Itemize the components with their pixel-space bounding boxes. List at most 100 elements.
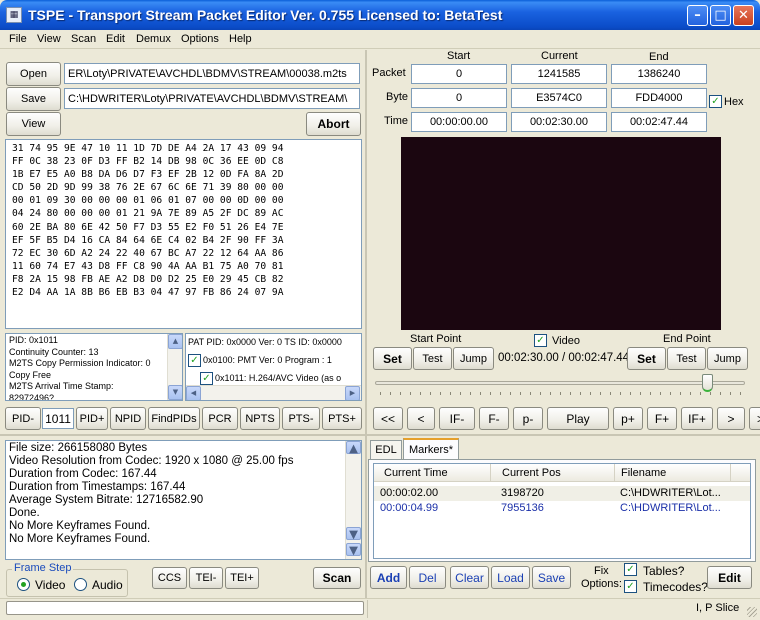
- marker-row[interactable]: 00:00:02.00 3198720 C:\HDWRITER\Lot...: [374, 486, 750, 501]
- nav-next-frame-button[interactable]: F+: [647, 407, 677, 430]
- tei-minus-button[interactable]: TEI-: [189, 567, 223, 589]
- findpids-button[interactable]: FindPIDs: [148, 407, 200, 430]
- marker-clear-button[interactable]: Clear: [450, 566, 489, 589]
- start-jump-button[interactable]: Jump: [453, 347, 494, 370]
- pts-plus-button[interactable]: PTS+: [322, 407, 362, 430]
- pid-tree[interactable]: PAT PID: 0x0000 Ver: 0 TS ID: 0x0000 ✓ 0…: [185, 333, 362, 401]
- byte-end-field[interactable]: FDD4000: [611, 88, 707, 108]
- end-jump-button[interactable]: Jump: [707, 347, 748, 370]
- hex-line[interactable]: 72 EC 30 6D A2 24 22 40 67 BC A7 22 12 6…: [12, 247, 361, 260]
- nav-next-packet-button[interactable]: p+: [613, 407, 643, 430]
- frame-step-audio-radio[interactable]: [74, 578, 87, 591]
- frame-step-audio-label[interactable]: Audio: [92, 578, 123, 592]
- tree-root[interactable]: PAT PID: 0x0000 Ver: 0 TS ID: 0x0000: [188, 337, 342, 349]
- hex-line[interactable]: FF 0C 38 23 0F D3 FF B2 14 DB 98 0C 36 E…: [12, 155, 361, 168]
- tree-checkbox-pmt[interactable]: ✓: [188, 354, 201, 367]
- tree-item-video[interactable]: 0x1011: H.264/AVC Video (as o: [215, 373, 341, 385]
- open-button[interactable]: Open: [6, 62, 61, 86]
- time-end-field[interactable]: 00:02:47.44: [611, 112, 707, 132]
- hex-line[interactable]: CD 50 2D 9D 99 38 76 2E 67 6C 6E 71 39 8…: [12, 181, 361, 194]
- end-set-button[interactable]: Set: [627, 347, 666, 370]
- hex-line[interactable]: F8 2A 15 98 FB AE A2 D8 D0 D2 25 E0 29 4…: [12, 273, 361, 286]
- marker-load-button[interactable]: Load: [491, 566, 530, 589]
- scroll-up-icon[interactable]: ▲: [346, 441, 361, 455]
- pcr-button[interactable]: PCR: [202, 407, 238, 430]
- tab-markers[interactable]: Markers*: [403, 438, 459, 460]
- col-current-pos[interactable]: Current Pos: [502, 467, 561, 479]
- pid-value-field[interactable]: 1011: [42, 408, 74, 429]
- hex-line[interactable]: 60 2E BA 80 6E 42 50 F7 D3 55 E2 F0 51 2…: [12, 221, 361, 234]
- tree-checkbox-video[interactable]: ✓: [200, 372, 213, 385]
- open-path-field[interactable]: ER\Loty\PRIVATE\AVCHDL\BDMV\STREAM\00038…: [64, 63, 360, 84]
- end-test-button[interactable]: Test: [667, 347, 706, 370]
- hex-line[interactable]: EF 5F B5 D4 16 CA 84 64 6E C4 02 B4 2F 9…: [12, 234, 361, 247]
- pid-plus-button[interactable]: PID+: [76, 407, 108, 430]
- tab-edl[interactable]: EDL: [370, 440, 402, 460]
- nav-prev-iframe-button[interactable]: IF-: [439, 407, 475, 430]
- nav-last-button[interactable]: >>: [749, 407, 760, 430]
- time-start-field[interactable]: 00:00:00.00: [411, 112, 507, 132]
- hex-line[interactable]: 11 60 74 E7 43 D8 FF C8 90 4A AA B1 75 A…: [12, 260, 361, 273]
- marker-edit-button[interactable]: Edit: [707, 566, 752, 589]
- tables-checkbox[interactable]: ✓: [624, 563, 637, 576]
- save-path-button[interactable]: Save: [6, 87, 61, 111]
- packet-info-scrollbar[interactable]: ▲ ▼: [167, 334, 182, 400]
- frame-step-video-radio[interactable]: [17, 578, 30, 591]
- hex-line[interactable]: 04 24 80 00 00 00 01 21 9A 7E 89 A5 2F D…: [12, 207, 361, 220]
- nav-prev-frame-button[interactable]: F-: [479, 407, 509, 430]
- hex-checkbox[interactable]: ✓: [709, 95, 722, 108]
- menu-options[interactable]: Options: [181, 33, 219, 45]
- seek-slider-track[interactable]: [375, 381, 745, 385]
- npts-button[interactable]: NPTS: [240, 407, 280, 430]
- pid-minus-button[interactable]: PID-: [5, 407, 41, 430]
- vertical-splitter[interactable]: [365, 50, 367, 598]
- scroll-up-icon[interactable]: ▲: [168, 334, 182, 349]
- menu-edit[interactable]: Edit: [106, 33, 125, 45]
- hex-line[interactable]: E2 D4 AA 1A 8B B6 EB B3 04 47 97 FB 86 2…: [12, 286, 361, 299]
- packet-start-field[interactable]: 0: [411, 64, 507, 84]
- maximize-button[interactable]: □: [710, 5, 731, 26]
- nav-next-iframe-button[interactable]: IF+: [681, 407, 713, 430]
- col-filename[interactable]: Filename: [621, 467, 666, 479]
- close-button[interactable]: ✕: [733, 5, 754, 26]
- video-checkbox[interactable]: ✓: [534, 334, 547, 347]
- tables-label[interactable]: Tables?: [643, 564, 684, 578]
- view-button[interactable]: View: [6, 112, 61, 136]
- marker-save-button[interactable]: Save: [532, 566, 571, 589]
- markers-list[interactable]: Current Time Current Pos Filename 00:00:…: [373, 463, 751, 559]
- hex-line[interactable]: 00 01 09 30 00 00 00 01 06 01 07 00 00 0…: [12, 194, 361, 207]
- timecodes-checkbox[interactable]: ✓: [624, 580, 637, 593]
- scroll-down-icon[interactable]: ▼: [346, 543, 361, 557]
- packet-current-field[interactable]: 1241585: [511, 64, 607, 84]
- hex-checkbox-label[interactable]: Hex: [724, 96, 744, 108]
- save-path-field[interactable]: C:\HDWRITER\Loty\PRIVATE\AVCHDL\BDMV\STR…: [64, 88, 360, 109]
- menu-file[interactable]: File: [9, 33, 27, 45]
- seek-slider-thumb[interactable]: [702, 374, 713, 392]
- pts-minus-button[interactable]: PTS-: [282, 407, 320, 430]
- hex-line[interactable]: 31 74 95 9E 47 10 11 1D 7D DE A4 2A 17 4…: [12, 142, 361, 155]
- scroll-right-icon[interactable]: ▶: [345, 386, 360, 400]
- ccs-button[interactable]: CCS: [152, 567, 187, 589]
- hex-line[interactable]: 1B E7 E5 A0 B8 DA D6 D7 F3 EF 2B 12 0D F…: [12, 168, 361, 181]
- byte-current-field[interactable]: E3574C0: [511, 88, 607, 108]
- abort-button[interactable]: Abort: [306, 112, 361, 136]
- tree-item-pmt[interactable]: 0x0100: PMT Ver: 0 Program : 1: [203, 355, 332, 367]
- scan-button[interactable]: Scan: [313, 567, 361, 589]
- nav-prev-button[interactable]: <: [407, 407, 435, 430]
- hex-view[interactable]: 31 74 95 9E 47 10 11 1D 7D DE A4 2A 17 4…: [5, 139, 362, 329]
- start-test-button[interactable]: Test: [413, 347, 452, 370]
- pid-tree-hscrollbar[interactable]: ◀ ▶: [186, 385, 361, 400]
- scroll-left-icon[interactable]: ◀: [186, 386, 201, 400]
- nav-next-button[interactable]: >: [717, 407, 745, 430]
- npid-button[interactable]: NPID: [110, 407, 146, 430]
- frame-step-video-label[interactable]: Video: [35, 578, 65, 592]
- packet-end-field[interactable]: 1386240: [611, 64, 707, 84]
- minimize-button[interactable]: –: [687, 5, 708, 26]
- marker-del-button[interactable]: Del: [409, 566, 446, 589]
- nav-prev-packet-button[interactable]: p-: [513, 407, 543, 430]
- scroll-down-icon[interactable]: ▼: [346, 527, 361, 541]
- marker-add-button[interactable]: Add: [370, 566, 407, 589]
- right-horizontal-splitter[interactable]: [367, 434, 760, 436]
- title-bar[interactable]: ▦ TSPE - Transport Stream Packet Editor …: [0, 0, 760, 30]
- menu-view[interactable]: View: [37, 33, 61, 45]
